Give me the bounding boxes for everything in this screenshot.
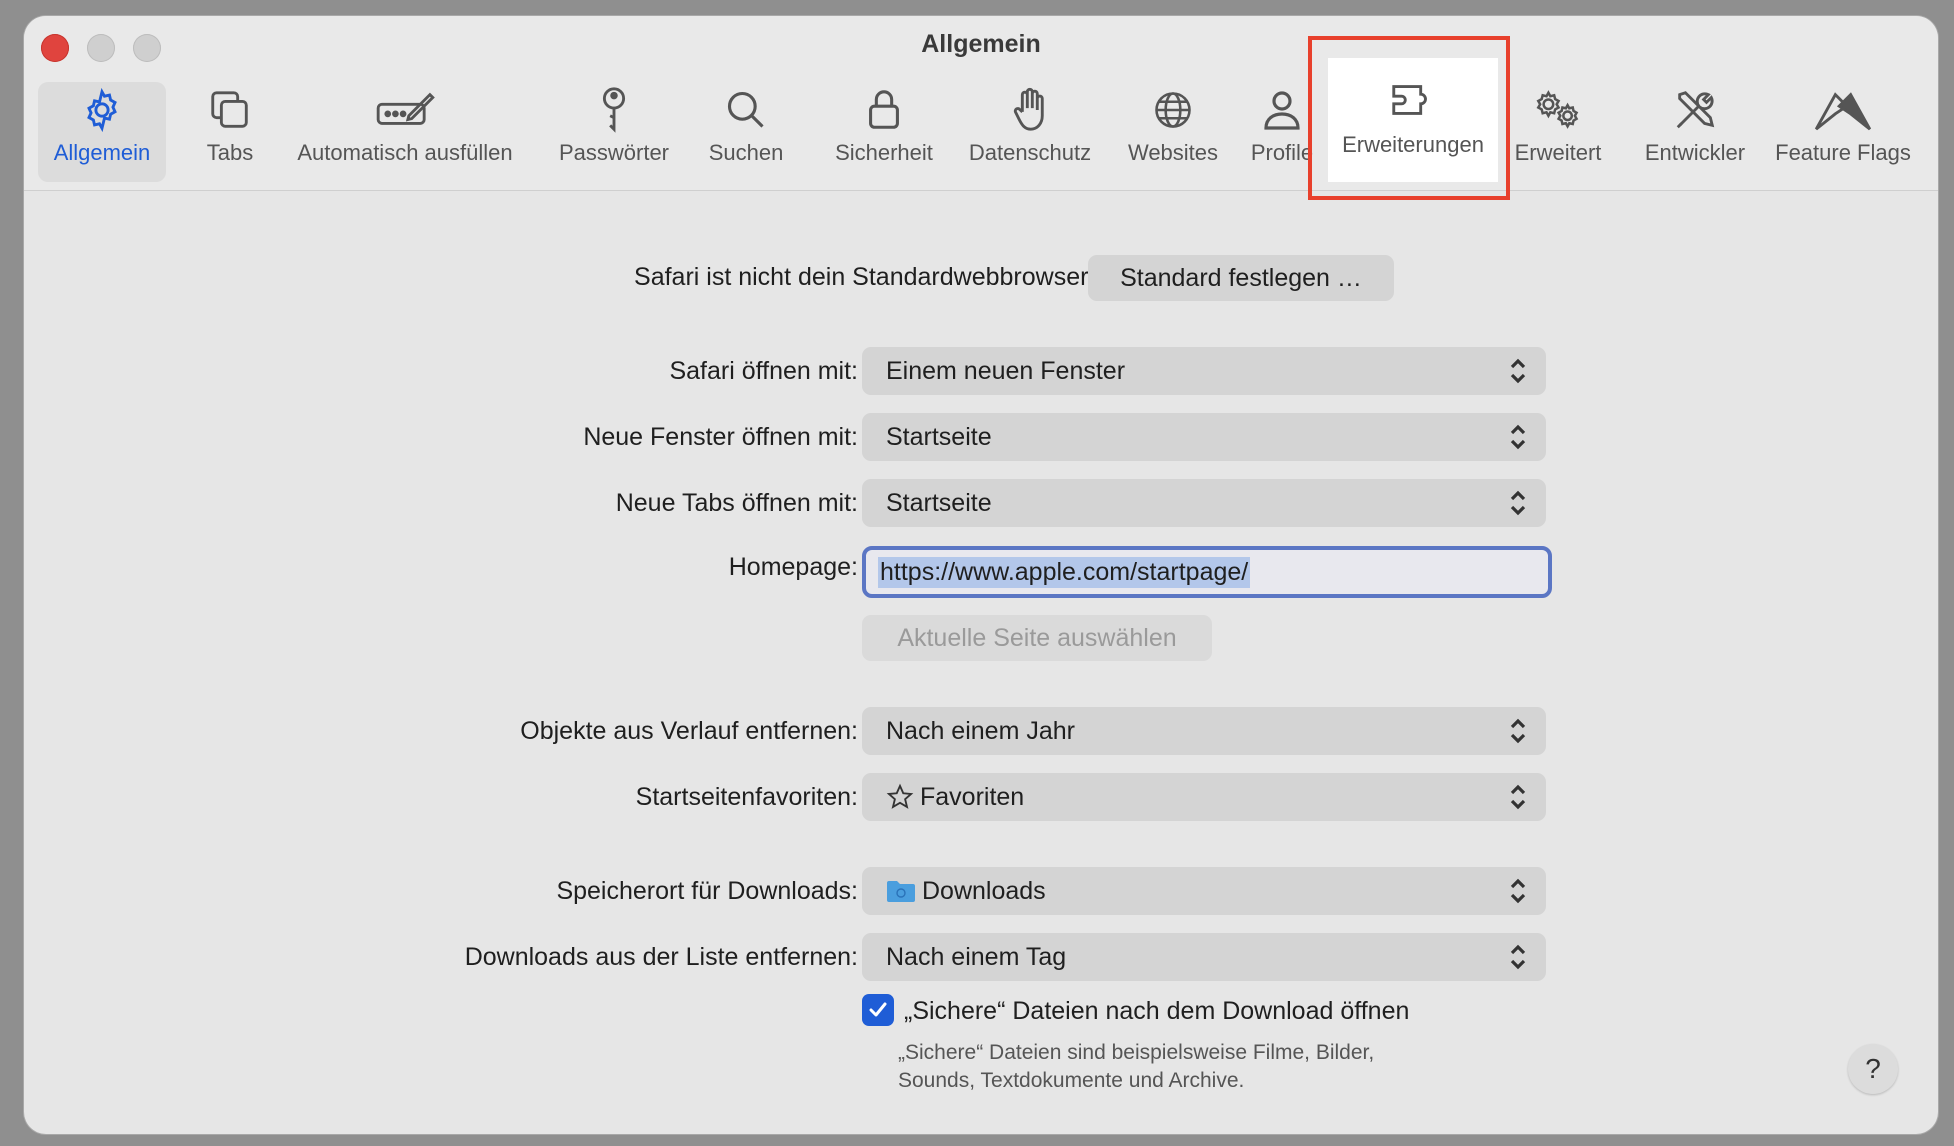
download-removal-value: Nach einem Tag [886,942,1067,971]
new-tabs-value: Startseite [886,488,992,517]
download-removal-label: Downloads aus der Liste entfernen: [464,943,858,971]
download-removal-popup[interactable]: Nach einem Tag [862,933,1546,981]
history-value: Nach einem Jahr [886,716,1075,745]
new-windows-popup[interactable]: Startseite [862,413,1546,461]
history-popup[interactable]: Nach einem Jahr [862,707,1546,755]
tab-label: Sicherheit [835,140,933,165]
tab-tabs[interactable]: Tabs [190,82,270,182]
checkmark-icon [867,999,889,1021]
tab-autofill[interactable]: Automatisch ausfüllen [292,82,518,182]
tab-feature-flags[interactable]: Feature Flags [1768,82,1918,182]
download-location-value: Downloads [922,876,1046,905]
tab-label: Websites [1127,140,1219,165]
star-icon [886,783,914,811]
favorites-popup[interactable]: Favoriten [862,773,1546,821]
safe-files-description: „Sichere“ Dateien sind beispielsweise Fi… [898,1039,1374,1095]
tab-advanced[interactable]: Erweitert [1510,82,1606,182]
lock-icon [866,82,902,138]
tab-label: Automatisch ausfüllen [297,140,513,165]
chevron-updown-icon [1508,943,1528,978]
tab-label: Erweiterungen [1342,132,1484,157]
tab-allgemein[interactable]: Allgemein [38,82,166,182]
search-icon [724,82,768,138]
help-button[interactable]: ? [1848,1044,1898,1094]
person-icon [1262,82,1302,138]
tab-label: Passwörter [558,140,670,165]
safe-files-checkbox[interactable] [862,994,894,1026]
puzzle-icon [1388,58,1438,130]
tab-label: Profile [1250,140,1314,165]
globe-icon [1151,82,1195,138]
flags-icon [1808,82,1878,138]
chevron-updown-icon [1508,717,1528,752]
open-with-popup[interactable]: Einem neuen Fenster [862,347,1546,395]
gears-icon [1531,82,1585,138]
homepage-input[interactable]: https://www.apple.com/startpage/ [862,546,1552,598]
tab-label: Datenschutz [968,140,1092,165]
tab-label: Suchen [708,140,784,165]
gear-icon [79,82,125,138]
key-icon [594,82,634,138]
tab-label: Allgemein [53,140,151,165]
tab-search[interactable]: Suchen [696,82,796,182]
tab-passwords[interactable]: Passwörter [552,82,676,182]
safe-files-description-line: „Sichere“ Dateien sind beispielsweise Fi… [898,1041,1375,1064]
history-label: Objekte aus Verlauf entfernen: [520,717,858,745]
chevron-updown-icon [1508,783,1528,818]
homepage-value: https://www.apple.com/startpage/ [878,556,1251,588]
new-tabs-label: Neue Tabs öffnen mit: [615,489,858,517]
chevron-updown-icon [1508,357,1528,392]
general-settings-panel: Safari ist nicht dein Standardwebbrowser… [24,191,1938,1134]
chevron-updown-icon [1508,423,1528,458]
chevron-updown-icon [1508,489,1528,524]
tools-icon [1672,82,1718,138]
tab-developer[interactable]: Entwickler [1632,82,1758,182]
tab-label: Tabs [206,140,254,165]
tab-websites[interactable]: Websites [1116,82,1230,182]
tab-privacy[interactable]: Datenschutz [958,82,1102,182]
download-location-popup[interactable]: Downloads [862,867,1546,915]
chevron-updown-icon [1508,877,1528,912]
tab-profiles[interactable]: Profile [1236,82,1328,182]
tab-security[interactable]: Sicherheit [810,82,958,182]
safe-files-label: „Sichere“ Dateien nach dem Download öffn… [904,997,1410,1025]
tab-extensions[interactable]: Erweiterungen [1328,58,1498,182]
tab-label: Entwickler [1644,140,1746,165]
tab-label: Erweitert [1514,140,1602,165]
download-location-label: Speicherort für Downloads: [556,877,858,905]
tabs-icon [207,82,253,138]
new-tabs-popup[interactable]: Startseite [862,479,1546,527]
toolbar: Allgemein Allgemein Tabs Automatisch aus… [24,16,1938,200]
homepage-label: Homepage: [728,553,858,581]
favorites-value: Favoriten [920,782,1025,811]
autofill-icon [374,82,436,138]
safe-files-description-line: Sounds, Textdokumente und Archive. [898,1069,1245,1092]
open-with-value: Einem neuen Fenster [886,356,1126,385]
open-with-label: Safari öffnen mit: [669,357,858,385]
new-windows-value: Startseite [886,422,992,451]
new-windows-label: Neue Fenster öffnen mit: [583,423,858,451]
current-page-button[interactable]: Aktuelle Seite auswählen [862,615,1212,661]
folder-icon [886,878,916,904]
preferences-window: Allgemein Allgemein Tabs Automatisch aus… [24,16,1938,1134]
set-default-button[interactable]: Standard festlegen … [1088,255,1394,301]
window-title: Allgemein [921,30,1041,58]
tab-label: Feature Flags [1775,140,1911,165]
favorites-label: Startseitenfavoriten: [635,783,858,811]
default-browser-message: Safari ist nicht dein Standardwebbrowser… [634,263,1094,291]
hand-icon [1010,82,1050,138]
